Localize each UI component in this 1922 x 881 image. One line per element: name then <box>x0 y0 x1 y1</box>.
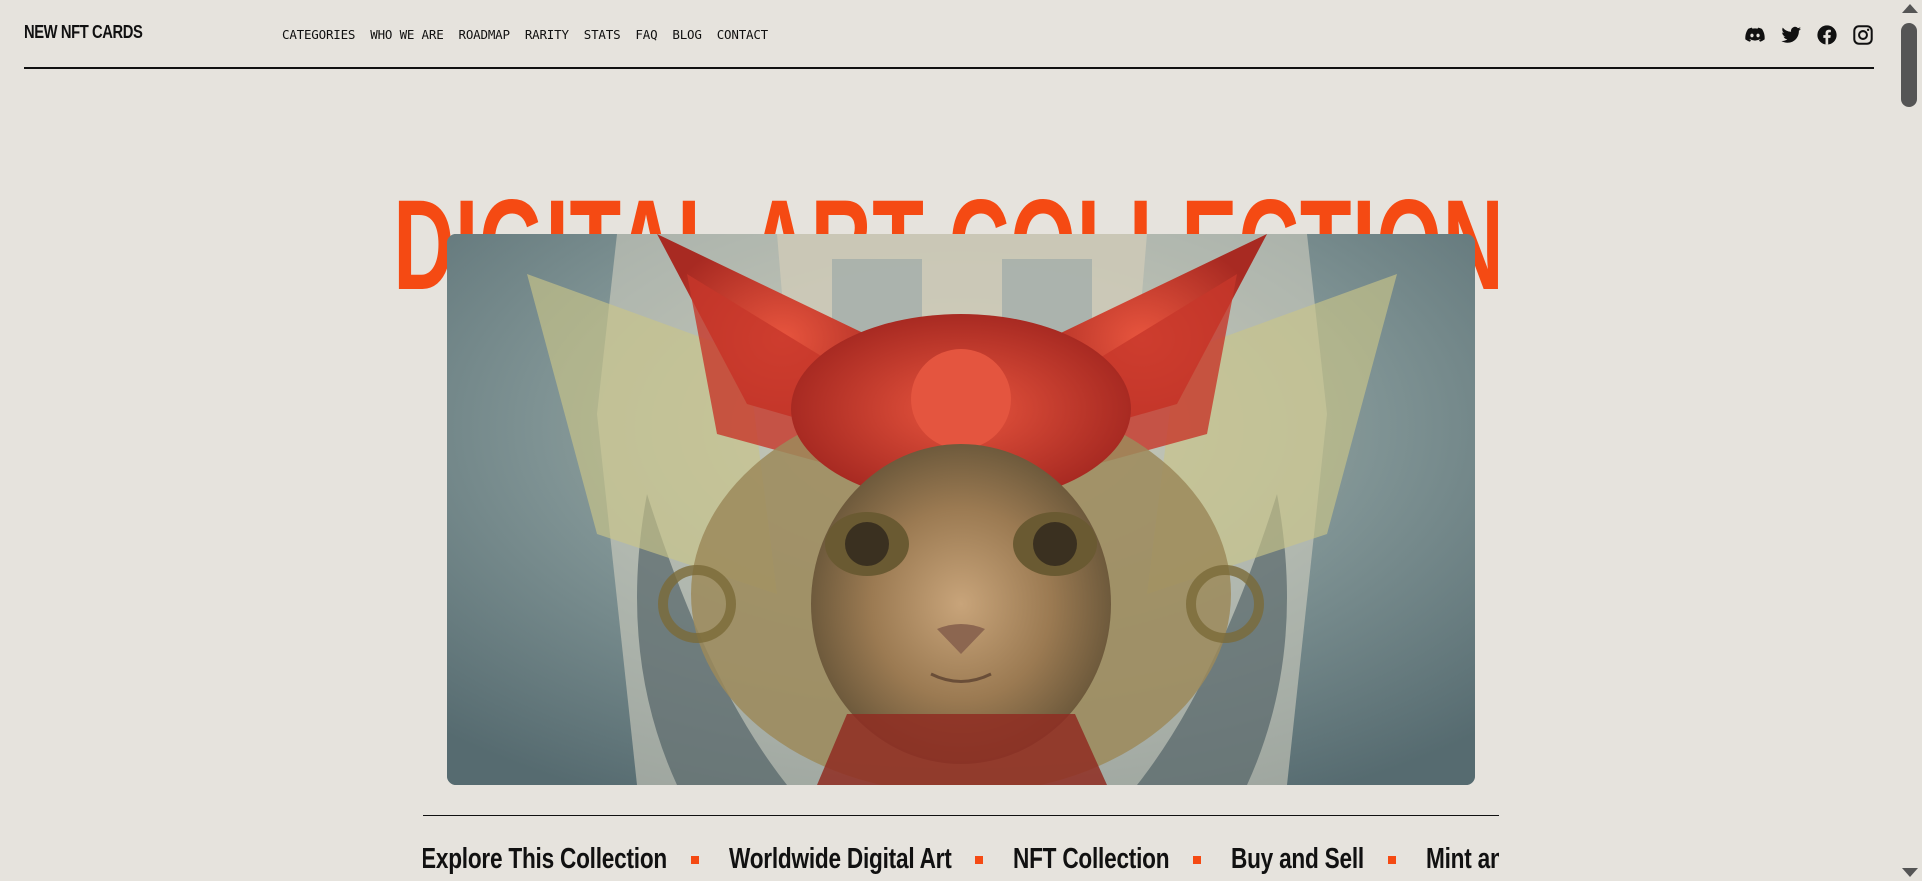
facebook-icon[interactable] <box>1816 24 1838 46</box>
marquee-ticker: Explore This Collection Worldwide Digital… <box>423 838 1499 881</box>
fox-portrait-artwork <box>447 234 1475 785</box>
marquee-item: Buy and Sell <box>1230 843 1364 875</box>
marquee-item: Mint and Create <box>1425 843 1499 875</box>
twitter-icon[interactable] <box>1780 24 1802 46</box>
instagram-icon[interactable] <box>1852 24 1874 46</box>
page: NEW NFT CARDS CATEGORIES WHO WE ARE ROADMA… <box>0 0 1898 881</box>
marquee-item: Worldwide Digital Art <box>728 843 952 875</box>
nav-roadmap[interactable]: ROADMAP <box>459 27 510 42</box>
marquee-item: Explore This Collection <box>423 843 667 875</box>
nav-categories[interactable]: CATEGORIES <box>282 27 355 42</box>
nav-stats[interactable]: STATS <box>584 27 621 42</box>
site-logo[interactable]: NEW NFT CARDS <box>24 22 143 43</box>
scrollbar[interactable] <box>1898 0 1922 881</box>
marquee-divider <box>423 815 1499 816</box>
scroll-up-arrow-icon[interactable] <box>1902 4 1918 13</box>
nav-rarity[interactable]: RARITY <box>525 27 569 42</box>
nav-faq[interactable]: FAQ <box>635 27 657 42</box>
site-header: NEW NFT CARDS CATEGORIES WHO WE ARE ROADMA… <box>24 0 1874 69</box>
marquee-separator-icon <box>1387 855 1396 864</box>
marquee-separator-icon <box>974 855 983 864</box>
nav-who-we-are[interactable]: WHO WE ARE <box>370 27 443 42</box>
hero-artwork-image <box>447 234 1475 785</box>
scroll-down-arrow-icon[interactable] <box>1902 868 1918 877</box>
social-links <box>1744 24 1874 46</box>
nav-blog[interactable]: BLOG <box>672 27 702 42</box>
nav-contact[interactable]: CONTACT <box>717 27 768 42</box>
discord-icon[interactable] <box>1744 24 1766 46</box>
marquee-separator-icon <box>1192 855 1201 864</box>
scroll-thumb[interactable] <box>1901 23 1917 107</box>
marquee-item: NFT Collection <box>1012 843 1170 875</box>
marquee-separator-icon <box>690 855 699 864</box>
main-nav: CATEGORIES WHO WE ARE ROADMAP RARITY STATS FA… <box>282 27 783 42</box>
